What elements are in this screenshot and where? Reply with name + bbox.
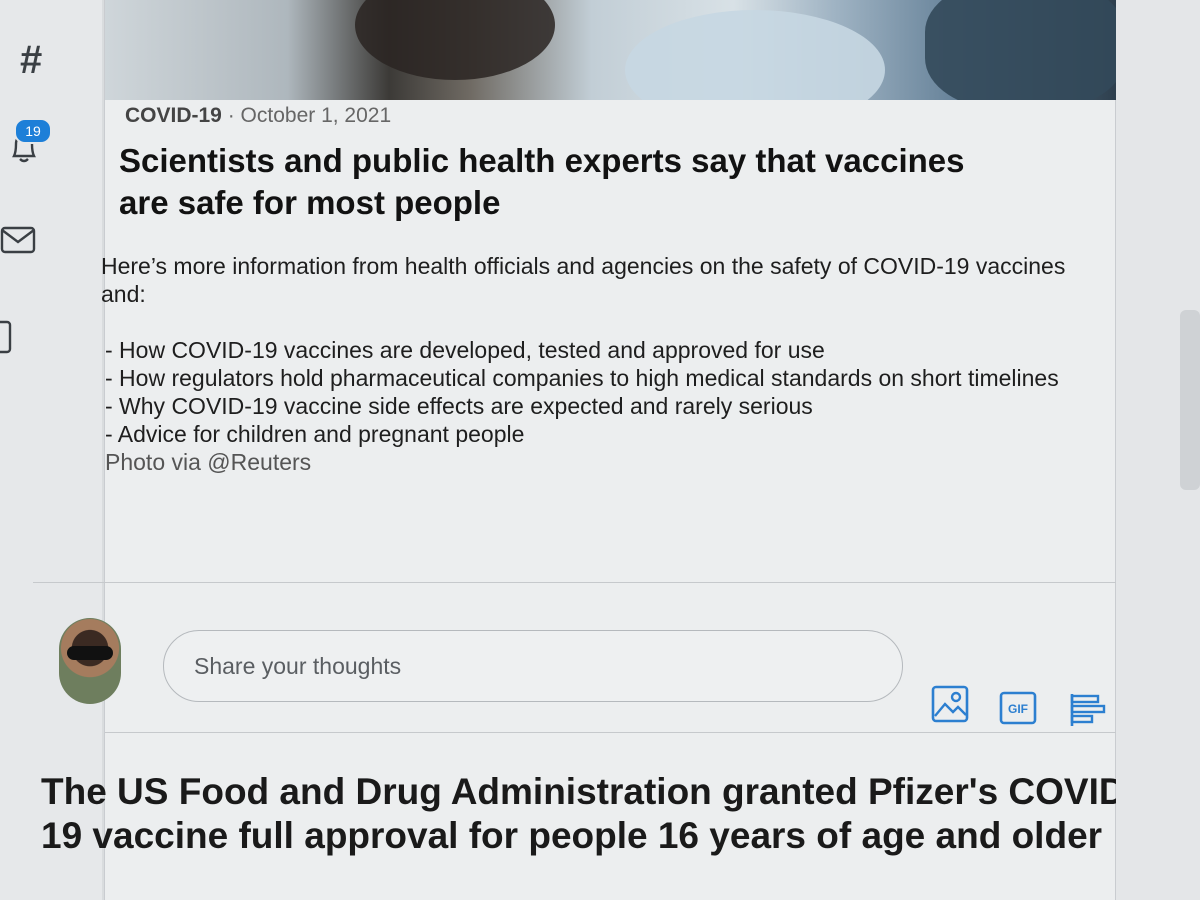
article-photo [105, 0, 1119, 100]
category-label[interactable]: COVID-19 [125, 104, 222, 127]
hash-icon[interactable]: # [20, 40, 42, 80]
gif-icon[interactable]: GIF [998, 688, 1038, 728]
article-body: Here’s more information from health offi… [101, 252, 1115, 476]
article-date: October 1, 2021 [240, 104, 392, 127]
scrollbar[interactable] [1180, 310, 1200, 490]
bookmark-icon[interactable] [0, 318, 30, 358]
meta-separator: · [227, 104, 235, 127]
share-thoughts-input[interactable] [163, 630, 903, 702]
divider [33, 582, 1123, 583]
bullet-item: - How COVID-19 vaccines are developed, t… [105, 337, 825, 363]
avatar[interactable] [59, 618, 121, 704]
article-meta: COVID-19 · October 1, 2021 [125, 104, 391, 128]
bullet-item: - How regulators hold pharmaceutical com… [105, 365, 1059, 391]
article-card: COVID-19 · October 1, 2021 Scientists an… [33, 0, 1138, 900]
notification-badge: 19 [14, 118, 52, 144]
article-intro: Here’s more information from health offi… [101, 253, 1066, 307]
next-item-headline[interactable]: The US Food and Drug Administration gran… [41, 770, 1151, 858]
nav-rail: # 19 [0, 0, 102, 900]
photo-credit[interactable]: Photo via @Reuters [105, 448, 1115, 476]
poll-icon[interactable] [1068, 690, 1108, 730]
image-icon[interactable] [930, 684, 970, 724]
bullet-item: - Advice for children and pregnant peopl… [105, 421, 525, 447]
divider [105, 732, 1119, 733]
mail-icon[interactable] [0, 224, 40, 256]
bullet-item: - Why COVID-19 vaccine side effects are … [105, 393, 813, 419]
gif-label: GIF [1008, 702, 1028, 716]
article-headline: Scientists and public health experts say… [119, 142, 965, 221]
